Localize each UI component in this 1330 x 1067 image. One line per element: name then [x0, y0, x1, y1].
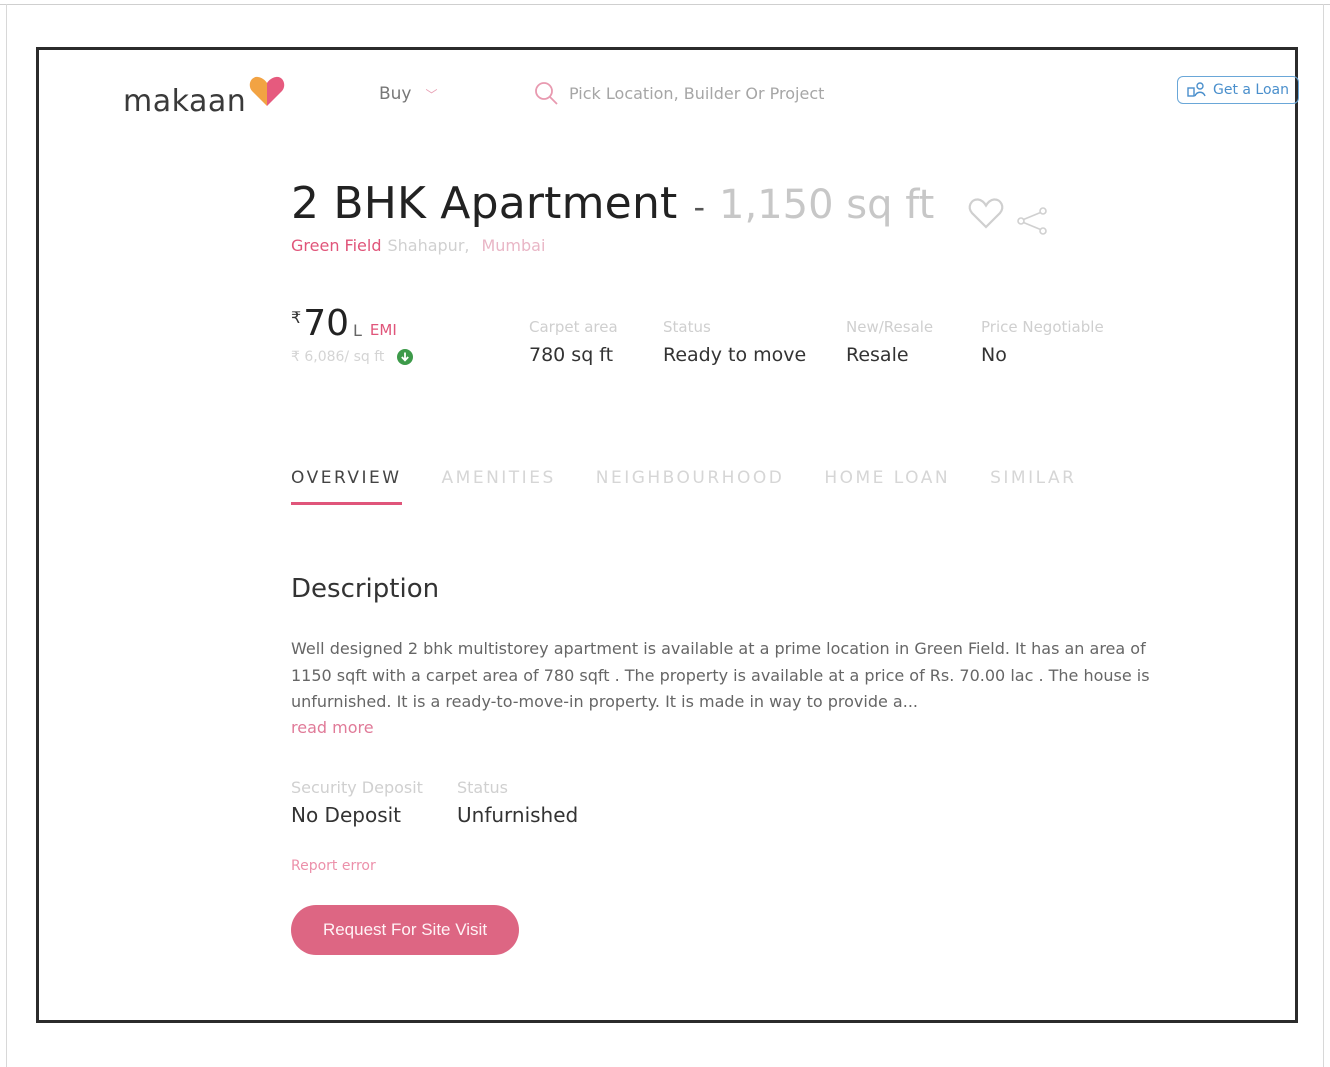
emi-link[interactable]: EMI: [370, 321, 397, 339]
share-icon[interactable]: [1015, 206, 1049, 236]
spec-carpet-area: Carpet area 780 sq ft: [529, 318, 618, 366]
price-unit: L: [353, 321, 362, 340]
price-per-sqft: ₹ 6,086/ sq ft: [291, 349, 385, 365]
screenshot-frame: makaan Buy ﹀ Pick Location, Builder Or P…: [36, 47, 1299, 1023]
fact-security-deposit: Security Deposit No Deposit: [291, 778, 423, 827]
property-area: 1,150 sq ft: [719, 182, 935, 228]
tab-amenities[interactable]: AMENITIES: [442, 468, 556, 505]
spec-value: Ready to move: [663, 344, 807, 366]
report-error-link[interactable]: Report error: [291, 858, 376, 874]
favorite-heart-icon[interactable]: [967, 196, 1005, 230]
tab-home-loan[interactable]: HOME LOAN: [824, 468, 950, 505]
nav-buy-dropdown[interactable]: Buy ﹀: [379, 84, 438, 104]
logo-text: makaan: [123, 84, 247, 119]
section-tabs: OVERVIEW AMENITIES NEIGHBOURHOOD HOME LO…: [291, 468, 1116, 505]
get-a-loan-label: Get a Loan: [1212, 82, 1289, 98]
title-separator: -: [693, 188, 706, 226]
fact-label: Security Deposit: [291, 778, 423, 797]
location-city: Mumbai: [481, 236, 546, 255]
fact-label: Status: [457, 778, 508, 797]
spec-value: Resale: [846, 344, 909, 366]
location-locality[interactable]: Green Field: [291, 236, 381, 255]
page-left-rule: [6, 4, 7, 1067]
property-title: 2 BHK Apartment: [291, 178, 678, 229]
spec-label: Price Negotiable: [981, 318, 1104, 336]
heart-logo-icon: [249, 76, 285, 106]
spec-new-resale: New/Resale Resale: [846, 318, 933, 366]
location-sub-area: Shahapur,: [387, 236, 470, 255]
price-value: 70: [303, 303, 349, 344]
spec-value: No: [981, 344, 1007, 366]
spec-status: Status Ready to move: [663, 318, 806, 366]
spec-label: New/Resale: [846, 318, 934, 336]
nav-buy-label: Buy: [379, 84, 412, 104]
price-per-sqft-row: ₹ 6,086/ sq ft: [291, 348, 414, 366]
description-title: Description: [291, 574, 440, 604]
page-right-rule: [1323, 4, 1324, 1067]
page-top-rule: [0, 4, 1330, 5]
tab-similar[interactable]: SIMILAR: [990, 468, 1076, 505]
search-bar[interactable]: Pick Location, Builder Or Project: [533, 80, 824, 106]
search-icon: [535, 82, 558, 105]
property-location: Green Field Shahapur, Mumbai: [291, 236, 545, 255]
read-more-link[interactable]: read more: [291, 718, 374, 737]
price-line: ₹ 70 L EMI: [291, 304, 414, 344]
price-block: ₹ 70 L EMI ₹ 6,086/ sq ft: [291, 304, 414, 366]
price-info-down-icon[interactable]: [396, 348, 414, 366]
fact-value: No Deposit: [291, 803, 402, 827]
property-title-row: 2 BHK Apartment - 1,150 sq ft: [291, 178, 934, 229]
spec-label: Carpet area: [529, 318, 618, 336]
loan-icon: [1187, 82, 1206, 97]
fact-furnishing-status: Status Unfurnished: [457, 778, 578, 827]
spec-label: Status: [663, 318, 711, 336]
request-site-visit-button[interactable]: Request For Site Visit: [291, 905, 519, 955]
makaan-logo[interactable]: makaan: [123, 74, 285, 122]
chevron-down-icon: ﹀: [425, 87, 438, 102]
spec-value: 780 sq ft: [529, 344, 614, 366]
tab-neighbourhood[interactable]: NEIGHBOURHOOD: [596, 468, 785, 505]
spec-price-negotiable: Price Negotiable No: [981, 318, 1104, 366]
get-a-loan-button[interactable]: Get a Loan: [1177, 76, 1299, 104]
fact-value: Unfurnished: [457, 803, 579, 827]
tab-overview[interactable]: OVERVIEW: [291, 468, 402, 505]
search-input[interactable]: Pick Location, Builder Or Project: [569, 84, 824, 103]
description-text: Well designed 2 bhk multistorey apartmen…: [291, 639, 1150, 711]
price-currency: ₹: [291, 308, 302, 327]
